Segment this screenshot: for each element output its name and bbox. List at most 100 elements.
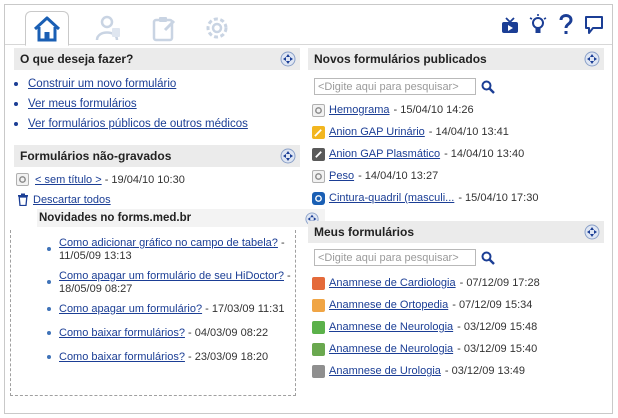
list-item: Peso - 14/04/10 13:27 — [312, 165, 538, 187]
list-item: Ver formulários públicos de outros médic… — [14, 114, 248, 134]
form-meta: - 07/12/09 15:34 — [452, 299, 533, 311]
chat-button[interactable] — [584, 14, 604, 36]
list-item: Anamnese de Ortopedia - 07/12/09 15:34 — [312, 294, 540, 316]
list-item: Anamnese de Urologia - 03/12/09 13:49 — [312, 360, 540, 382]
list-item: Anamnese de Neurologia - 03/12/09 15:48 — [312, 316, 540, 338]
form-link[interactable]: Anamnese de Ortopedia — [329, 299, 448, 311]
unsaved-meta: - 19/04/10 10:30 — [101, 173, 185, 186]
form-heart-icon — [312, 276, 325, 290]
tab-settings[interactable] — [195, 11, 239, 45]
list-item: Hemograma - 15/04/10 14:26 — [312, 99, 538, 121]
news-link[interactable]: Como apagar um formulário? — [59, 303, 202, 315]
my-forms-search-input[interactable]: <Digite aqui para pesquisar> — [314, 249, 476, 266]
search-placeholder: <Digite aqui para pesquisar> — [318, 80, 459, 93]
bullet-icon — [47, 247, 51, 251]
form-meta: - 14/04/10 13:40 — [444, 148, 525, 160]
form-link[interactable]: Cintura-quadril (masculi... — [329, 192, 454, 204]
discard-all-link[interactable]: Descartar todos — [33, 194, 111, 206]
form-wrench-icon — [312, 147, 325, 161]
tab-doctors[interactable] — [85, 11, 129, 45]
form-meta: - 03/12/09 15:48 — [457, 321, 538, 333]
home-icon — [33, 16, 61, 41]
link-my-forms[interactable]: Ver meus formulários — [28, 98, 137, 110]
tv-button[interactable] — [500, 14, 520, 36]
form-link[interactable]: Anion GAP Urinário — [329, 126, 425, 138]
unsaved-header: Formulários não-gravados — [14, 145, 300, 167]
help-button[interactable] — [556, 14, 576, 36]
gear-icon — [206, 17, 228, 39]
move-handle-icon[interactable] — [584, 51, 600, 67]
form-meta: - 03/12/09 13:49 — [444, 365, 526, 377]
form-link[interactable]: Anion GAP Plasmático — [329, 148, 440, 160]
search-icon[interactable] — [481, 251, 495, 265]
list-item: Anamnese de Neurologia - 03/12/09 15:40 — [312, 338, 540, 360]
form-link[interactable]: Anamnese de Neurologia — [329, 343, 453, 355]
top-toolbar — [5, 5, 612, 46]
my-forms-header: Meus formulários — [308, 221, 604, 243]
published-title: Novos formulários publicados — [314, 52, 487, 66]
news-link[interactable]: Como apagar um formulário de seu HiDocto… — [59, 270, 284, 282]
bullet-icon — [47, 280, 51, 284]
move-handle-icon[interactable] — [280, 148, 296, 164]
tab-home[interactable] — [25, 11, 69, 46]
form-circle-icon — [312, 191, 325, 205]
what-todo-list: Construir um novo formulário Ver meus fo… — [14, 74, 248, 134]
trash-icon — [18, 193, 28, 206]
what-todo-title: O que deseja fazer? — [20, 52, 134, 66]
form-pencil-icon — [312, 125, 325, 139]
lightbulb-icon — [529, 14, 547, 33]
published-list: Hemograma - 15/04/10 14:26 Anion GAP Uri… — [312, 99, 538, 209]
news-meta: - 04/03/09 08:22 — [184, 327, 269, 339]
form-meta: - 15/04/10 17:30 — [458, 192, 539, 204]
news-meta: - 17/03/09 11:31 — [202, 303, 285, 315]
form-bone-icon — [312, 298, 325, 312]
form-meta: - 15/04/10 14:26 — [393, 104, 474, 116]
form-link[interactable]: Anamnese de Urologia — [329, 365, 441, 377]
search-placeholder: <Digite aqui para pesquisar> — [318, 251, 459, 264]
news-item: Como baixar formulários? - 04/03/09 08:2… — [44, 327, 300, 340]
form-link[interactable]: Hemograma — [329, 104, 390, 116]
my-forms-title: Meus formulários — [314, 225, 415, 239]
form-gear-icon — [312, 169, 325, 183]
form-link[interactable]: Anamnese de Cardiologia — [329, 277, 456, 289]
link-public-forms[interactable]: Ver formulários públicos de outros médic… — [28, 118, 248, 130]
form-gear-icon — [16, 173, 29, 186]
form-meta: - 03/12/09 15:40 — [457, 343, 538, 355]
published-search-input[interactable]: <Digite aqui para pesquisar> — [314, 78, 476, 95]
form-meta: - 14/04/10 13:41 — [428, 126, 509, 138]
my-forms-list: Anamnese de Cardiologia - 07/12/09 17:28… — [312, 272, 540, 382]
form-meta: - 14/04/10 13:27 — [358, 170, 439, 182]
form-brain-icon — [312, 320, 325, 334]
news-link[interactable]: Como adicionar gráfico no campo de tabel… — [59, 237, 278, 249]
news-title: Novidades no forms.med.br — [39, 212, 192, 224]
toolbar-right-icons — [500, 14, 604, 36]
tab-forms[interactable] — [141, 11, 185, 45]
move-handle-icon[interactable] — [584, 224, 600, 240]
form-kidney-icon — [312, 364, 325, 378]
list-item: Construir um novo formulário — [14, 74, 248, 94]
bullet-icon — [47, 331, 51, 335]
news-link[interactable]: Como baixar formulários? — [59, 327, 185, 339]
bullet-icon — [47, 307, 51, 311]
clipboard-icon — [152, 17, 176, 42]
news-header: Novidades no forms.med.br — [37, 209, 325, 227]
bullet-icon — [14, 122, 18, 126]
news-item: Como baixar formulários? - 23/03/09 18:2… — [44, 351, 300, 364]
form-meta: - 07/12/09 17:28 — [459, 277, 540, 289]
discard-all[interactable]: Descartar todos — [17, 193, 111, 206]
search-icon[interactable] — [481, 80, 495, 94]
form-link[interactable]: Peso — [329, 170, 354, 182]
link-new-form[interactable]: Construir um novo formulário — [28, 78, 176, 90]
help-icon — [559, 14, 573, 34]
news-item: Como apagar um formulário de seu HiDocto… — [44, 270, 300, 296]
news-item: Como adicionar gráfico no campo de tabel… — [44, 237, 300, 263]
move-handle-icon[interactable] — [280, 51, 296, 67]
tips-button[interactable] — [528, 14, 548, 36]
unsaved-link[interactable]: < sem título > — [35, 174, 102, 186]
news-item: Como apagar um formulário? - 17/03/09 11… — [44, 303, 300, 316]
form-link[interactable]: Anamnese de Neurologia — [329, 321, 453, 333]
list-item: Cintura-quadril (masculi... - 15/04/10 1… — [312, 187, 538, 209]
news-link[interactable]: Como baixar formulários? — [59, 351, 185, 363]
what-todo-header: O que deseja fazer? — [14, 48, 300, 70]
chat-icon — [585, 16, 603, 34]
